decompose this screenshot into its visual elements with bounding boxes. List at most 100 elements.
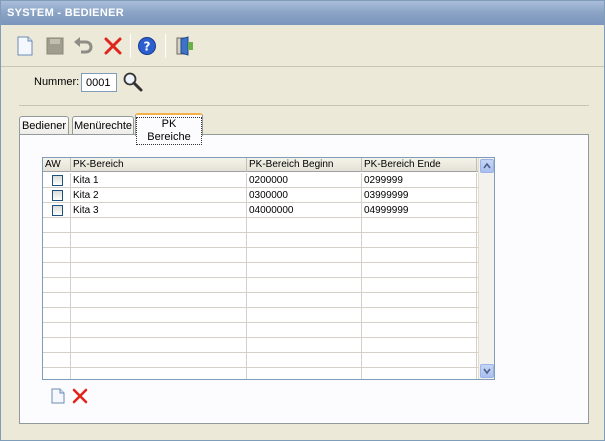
aw-checkbox[interactable]: [52, 205, 63, 216]
cell-pk-bereich: [71, 263, 247, 278]
table-row: [43, 368, 479, 379]
scroll-up-button[interactable]: [480, 159, 494, 173]
cell-pk-bereich: [71, 248, 247, 263]
delete-button[interactable]: [101, 34, 125, 58]
table-row: [43, 293, 479, 308]
cell-aw: [43, 293, 71, 308]
tab-bediener[interactable]: Bediener: [19, 116, 69, 136]
cell-aw: [43, 173, 71, 188]
cell-ende: [362, 248, 477, 263]
save-button[interactable]: [43, 34, 67, 58]
cell-pk-bereich: [71, 218, 247, 233]
window-title: SYSTEM - BEDIENER: [1, 1, 604, 25]
cell-beginn: [247, 218, 362, 233]
cell-pk-bereich: [71, 368, 247, 379]
cell-beginn[interactable]: 04000000: [247, 203, 362, 218]
delete-row-button[interactable]: [70, 386, 90, 406]
cell-aw: [43, 203, 71, 218]
cell-beginn: [247, 323, 362, 338]
exit-door-icon: [176, 36, 193, 56]
cell-pk-bereich: [71, 338, 247, 353]
table-row: [43, 263, 479, 278]
add-row-button[interactable]: [48, 386, 68, 406]
cell-ende: [362, 263, 477, 278]
table-row[interactable]: Kita 3 04000000 04999999: [43, 203, 479, 218]
undo-button[interactable]: [71, 34, 95, 58]
cell-ende: [362, 323, 477, 338]
table-row: [43, 308, 479, 323]
save-icon: [46, 37, 64, 55]
column-header-beginn[interactable]: PK-Bereich Beginn: [247, 158, 362, 172]
tab-pk-bereiche[interactable]: PK Bereiche: [135, 113, 203, 145]
cell-beginn: [247, 293, 362, 308]
app-window: SYSTEM - BEDIENER ? Nummer: 0001 Bediene…: [0, 0, 605, 441]
chevron-down-icon: [483, 368, 491, 374]
cell-ende: [362, 368, 477, 379]
cell-beginn: [247, 278, 362, 293]
search-button[interactable]: [122, 71, 144, 93]
svg-text:?: ?: [144, 40, 151, 54]
vertical-scrollbar[interactable]: [478, 158, 494, 379]
delete-icon: [72, 388, 88, 404]
divider: [19, 105, 589, 106]
cell-beginn: [247, 308, 362, 323]
cell-aw: [43, 188, 71, 203]
tab-label: PK Bereiche: [136, 117, 202, 145]
table-row: [43, 278, 479, 293]
cell-ende[interactable]: 04999999: [362, 203, 477, 218]
table-row[interactable]: Kita 2 0300000 03999999: [43, 188, 479, 203]
cell-aw: [43, 278, 71, 293]
exit-button[interactable]: [173, 34, 197, 58]
column-header-pk-bereich[interactable]: PK-Bereich: [71, 158, 247, 172]
column-header-aw[interactable]: AW: [43, 158, 71, 172]
nummer-input[interactable]: [81, 73, 117, 92]
table-row: [43, 218, 479, 233]
toolbar-separator: [165, 34, 166, 58]
cell-pk-bereich: [71, 293, 247, 308]
cell-aw: [43, 308, 71, 323]
tab-menuerechte[interactable]: Menürechte: [72, 116, 134, 136]
cell-beginn[interactable]: 0300000: [247, 188, 362, 203]
cell-ende[interactable]: 03999999: [362, 188, 477, 203]
new-document-button[interactable]: [13, 34, 37, 58]
cell-beginn: [247, 353, 362, 368]
aw-checkbox[interactable]: [52, 190, 63, 201]
table-row: [43, 338, 479, 353]
cell-ende: [362, 218, 477, 233]
cell-pk-bereich[interactable]: Kita 1: [71, 173, 247, 188]
pk-bereiche-grid: AW PK-Bereich PK-Bereich Beginn PK-Berei…: [42, 157, 495, 380]
cell-ende: [362, 353, 477, 368]
help-button[interactable]: ?: [135, 34, 159, 58]
cell-beginn[interactable]: 0200000: [247, 173, 362, 188]
table-row: [43, 248, 479, 263]
new-document-icon: [51, 388, 65, 404]
cell-beginn: [247, 338, 362, 353]
cell-aw: [43, 248, 71, 263]
cell-aw: [43, 218, 71, 233]
grid-body: Kita 1 0200000 0299999 Kita 2 0300000 0399999…: [43, 173, 479, 379]
cell-pk-bereich[interactable]: Kita 2: [71, 188, 247, 203]
column-header-ende[interactable]: PK-Bereich Ende: [362, 158, 477, 172]
cell-pk-bereich: [71, 353, 247, 368]
cell-ende: [362, 293, 477, 308]
scroll-down-button[interactable]: [480, 364, 494, 378]
cell-pk-bereich: [71, 233, 247, 248]
toolbar-separator: [130, 34, 131, 58]
cell-ende[interactable]: 0299999: [362, 173, 477, 188]
cell-aw: [43, 263, 71, 278]
cell-beginn: [247, 368, 362, 379]
help-icon: ?: [138, 37, 156, 55]
tab-panel-pk-bereiche: AW PK-Bereich PK-Bereich Beginn PK-Berei…: [19, 134, 589, 424]
cell-pk-bereich: [71, 323, 247, 338]
nummer-label: Nummer:: [34, 76, 80, 88]
aw-checkbox[interactable]: [52, 175, 63, 186]
undo-icon: [74, 37, 93, 54]
cell-pk-bereich[interactable]: Kita 3: [71, 203, 247, 218]
cell-pk-bereich: [71, 278, 247, 293]
grid-header: AW PK-Bereich PK-Bereich Beginn PK-Berei…: [43, 158, 479, 172]
table-row: [43, 323, 479, 338]
cell-ende: [362, 338, 477, 353]
table-row[interactable]: Kita 1 0200000 0299999: [43, 173, 479, 188]
cell-aw: [43, 233, 71, 248]
cell-beginn: [247, 233, 362, 248]
